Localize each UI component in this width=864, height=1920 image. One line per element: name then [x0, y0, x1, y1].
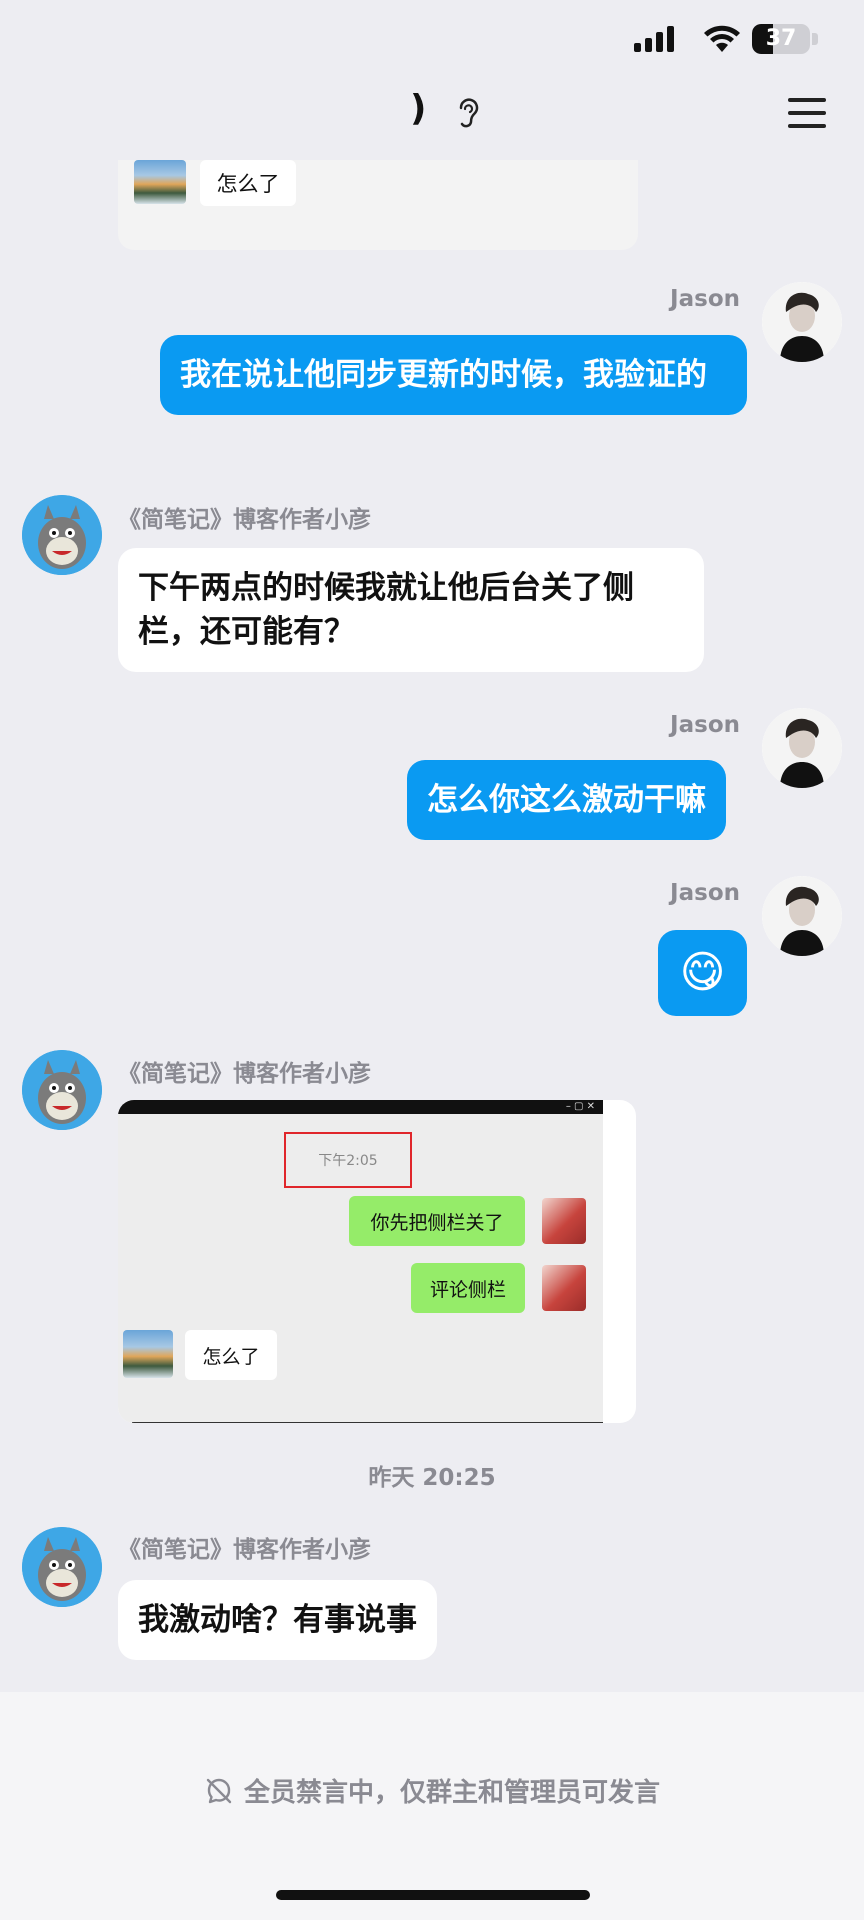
home-indicator[interactable]	[276, 1890, 590, 1900]
battery-icon: 37	[752, 24, 810, 54]
sender-name: 《简笔记》博客作者小彦	[118, 507, 371, 533]
reply-text: 怎么了	[200, 160, 296, 206]
avatar[interactable]	[762, 708, 842, 788]
reply-text: 怎么了	[185, 1330, 277, 1380]
screenshot-image-message[interactable]: – ▢ ✕ 下午2:05 你先把侧栏关了 评论侧栏 怎么了	[118, 1100, 636, 1423]
message-bubble[interactable]: 下午两点的时候我就让他后台关了侧栏，还可能有？	[118, 548, 704, 672]
avatar[interactable]	[22, 495, 102, 575]
avatar[interactable]	[22, 1050, 102, 1130]
quoted-screenshot-top[interactable]: 怎么了	[118, 150, 638, 250]
time-label: 下午2:05	[284, 1132, 412, 1188]
wifi-icon	[704, 25, 740, 52]
emoji: 😋	[679, 947, 726, 998]
sender-name: Jason	[670, 880, 740, 906]
avatar[interactable]	[762, 876, 842, 956]
battery-cap	[812, 33, 818, 45]
menu-icon[interactable]	[788, 98, 826, 128]
avatar[interactable]	[762, 282, 842, 362]
window-titlebar: – ▢ ✕	[118, 1100, 603, 1114]
timestamp: 昨天 20:25	[368, 1465, 496, 1491]
landscape-thumbnail	[134, 160, 186, 204]
signal-icon	[634, 26, 674, 52]
green-message: 评论侧栏	[411, 1263, 525, 1313]
sender-name: 《简笔记》博客作者小彦	[118, 1537, 371, 1563]
emoji-bubble[interactable]: 😋	[658, 930, 747, 1016]
mute-notice: 全员禁言中，仅群主和管理员可发言	[0, 1772, 864, 1809]
status-bar: 37	[0, 0, 864, 80]
message-bubble[interactable]: 我在说让他同步更新的时候，我验证的	[160, 335, 747, 415]
green-message: 你先把侧栏关了	[349, 1196, 525, 1246]
ear-icon[interactable]	[455, 96, 481, 130]
mute-notice-text: 全员禁言中，仅群主和管理员可发言	[243, 1778, 660, 1808]
chat-title[interactable]: )	[410, 88, 426, 129]
sender-name: Jason	[670, 286, 740, 312]
header-bar	[0, 80, 864, 160]
mute-icon	[206, 1778, 232, 1804]
landscape-thumbnail	[123, 1330, 173, 1378]
message-bubble[interactable]: 我激动啥？有事说事	[118, 1580, 437, 1660]
sender-thumbnail	[542, 1265, 586, 1311]
sender-name: Jason	[670, 712, 740, 738]
sender-name: 《简笔记》博客作者小彦	[118, 1061, 371, 1087]
screenshot-content: – ▢ ✕ 下午2:05 你先把侧栏关了 评论侧栏 怎么了	[118, 1100, 603, 1423]
message-bubble[interactable]: 怎么你这么激动干嘛	[407, 760, 726, 840]
divider	[132, 1422, 603, 1423]
avatar[interactable]	[22, 1527, 102, 1607]
sender-thumbnail	[542, 1198, 586, 1244]
